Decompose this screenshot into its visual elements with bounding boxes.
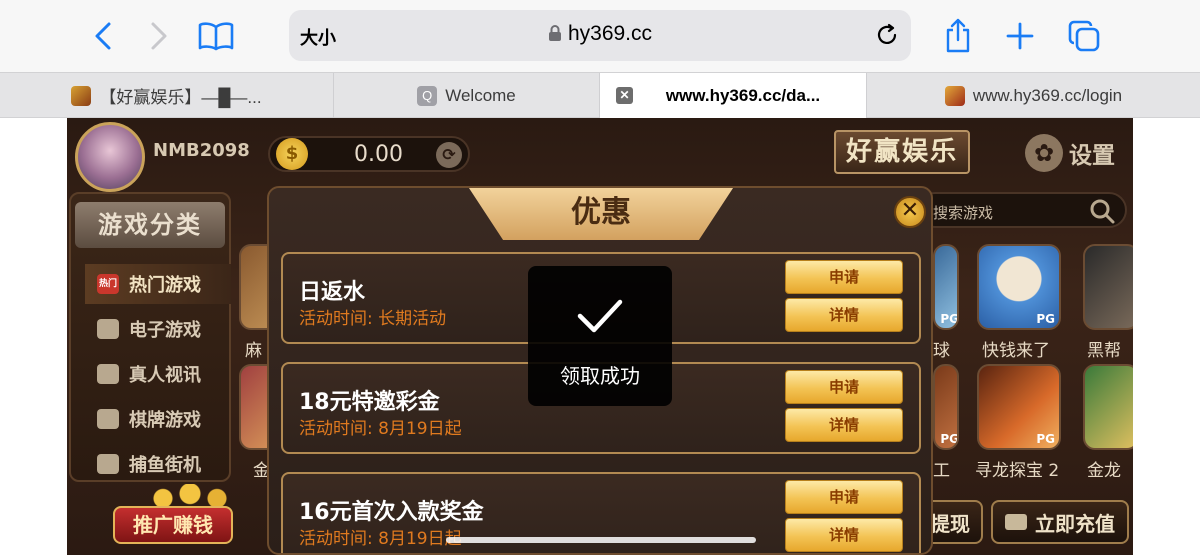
lock-icon xyxy=(548,24,562,48)
reload-icon[interactable] xyxy=(875,23,899,51)
gear-icon: ✿ xyxy=(1025,134,1063,172)
category-label: 棋牌游戏 xyxy=(129,410,201,431)
haoying-favicon-icon xyxy=(71,85,92,106)
dealer-icon xyxy=(97,364,119,384)
apply-button[interactable]: 申请 xyxy=(785,370,903,404)
category-label: 真人视讯 xyxy=(129,365,201,386)
game-thumbnail[interactable]: PG xyxy=(977,244,1061,330)
coin-icon: $ xyxy=(276,138,308,170)
category-title: 游戏分类 xyxy=(75,202,225,248)
url-display[interactable]: hy369.cc xyxy=(289,22,911,48)
new-tab-icon[interactable] xyxy=(1000,16,1040,56)
tab-label: www.hy369.cc/login xyxy=(972,85,1123,105)
balance-value: 0.00 xyxy=(354,142,403,167)
username: NMB2098 xyxy=(153,140,250,161)
cards-icon xyxy=(97,409,119,429)
category-live-video[interactable]: 真人视讯 xyxy=(97,354,227,394)
balance-box: $ 0.00 ⟳ xyxy=(268,136,470,172)
game-thumbnail[interactable]: PG xyxy=(933,364,959,450)
game-thumbnail[interactable]: PG xyxy=(933,244,959,330)
game-label: 麻 xyxy=(245,341,262,361)
offer-name: 16元首次入款奖金 xyxy=(299,500,484,525)
pg-badge: PG xyxy=(1036,312,1055,326)
fish-icon xyxy=(97,454,119,474)
success-toast: 领取成功 xyxy=(528,266,672,406)
wallet-icon xyxy=(1005,514,1027,530)
address-bar[interactable]: 大小 hy369.cc xyxy=(289,10,911,61)
q-favicon-icon: Q xyxy=(417,85,438,106)
checkmark-icon xyxy=(577,299,623,333)
category-label: 热门游戏 xyxy=(129,275,201,296)
game-label: 金龙 xyxy=(1087,461,1121,481)
details-button[interactable]: 详情 xyxy=(785,408,903,442)
category-sidebar: 游戏分类 热门 热门游戏 电子游戏 真人视讯 棋牌游戏 捕鱼街机 xyxy=(69,192,231,482)
haoying-favicon-icon xyxy=(944,85,965,106)
recharge-button[interactable]: 立即充值 xyxy=(991,500,1129,544)
category-label: 电子游戏 xyxy=(129,320,201,341)
game-label: 工 xyxy=(933,461,950,481)
offer-name: 18元特邀彩金 xyxy=(299,390,440,415)
pg-badge: PG xyxy=(1036,432,1055,446)
category-fishing-arcade[interactable]: 捕鱼街机 xyxy=(97,444,227,484)
gold-coins-icon xyxy=(145,484,235,508)
game-thumbnail[interactable] xyxy=(1083,244,1133,330)
tab-label: 【好赢娱乐】—█—... xyxy=(99,88,262,107)
brand-logo: 好赢娱乐 xyxy=(834,130,970,174)
back-icon[interactable] xyxy=(84,16,124,56)
url-text: hy369.cc xyxy=(567,22,653,45)
category-label: 捕鱼街机 xyxy=(129,455,201,476)
pg-badge: PG xyxy=(940,432,959,446)
forward-icon[interactable] xyxy=(138,16,178,56)
search-icon[interactable] xyxy=(1089,198,1115,228)
pg-badge: PG xyxy=(940,312,959,326)
tab-haoying[interactable]: 【好赢娱乐】—█—... xyxy=(0,73,334,118)
avatar[interactable] xyxy=(75,122,145,192)
details-button[interactable]: 详情 xyxy=(785,298,903,332)
category-card-games[interactable]: 棋牌游戏 xyxy=(97,399,227,439)
modal-title: 优惠 xyxy=(465,188,737,240)
tabs-icon[interactable] xyxy=(1064,16,1104,56)
game-thumbnail[interactable]: PG xyxy=(977,364,1061,450)
withdraw-label: 提现 xyxy=(930,511,970,536)
share-icon[interactable] xyxy=(938,16,978,56)
offer-time: 活动时间: 8月19日起 xyxy=(299,529,462,549)
browser-toolbar: 大小 hy369.cc xyxy=(0,0,1200,72)
category-electronic-games[interactable]: 电子游戏 xyxy=(97,309,227,349)
recharge-label: 立即充值 xyxy=(1035,511,1115,536)
search-placeholder: 搜索游戏 xyxy=(933,204,994,222)
close-tab-icon[interactable]: ✕ xyxy=(616,87,633,104)
tab-login[interactable]: www.hy369.cc/login xyxy=(867,73,1200,118)
promo-label: 推广赚钱 xyxy=(113,506,233,544)
tab-label: Welcome xyxy=(445,85,516,105)
game-label: 快钱来了 xyxy=(982,341,1050,361)
game-label: 黑帮 xyxy=(1087,341,1121,361)
game-search-input[interactable]: 搜索游戏 xyxy=(917,192,1127,228)
details-button[interactable]: 详情 xyxy=(785,518,903,552)
toast-message: 领取成功 xyxy=(560,364,640,388)
tab-welcome[interactable]: Q Welcome xyxy=(334,73,600,118)
apply-button[interactable]: 申请 xyxy=(785,260,903,294)
settings-button[interactable]: ✿ 设置 xyxy=(1025,134,1115,172)
offer-time: 活动时间: 长期活动 xyxy=(299,309,447,329)
hot-icon: 热门 xyxy=(97,274,119,294)
home-indicator[interactable] xyxy=(446,537,756,543)
tab-label: www.hy369.cc/da... xyxy=(665,85,821,105)
offer-name: 日返水 xyxy=(299,280,366,305)
settings-label: 设置 xyxy=(1069,143,1115,169)
game-label: 寻龙探宝 2 xyxy=(975,461,1060,481)
game-thumbnail[interactable] xyxy=(1083,364,1133,450)
game-label: 球 xyxy=(933,341,950,361)
offer-time: 活动时间: 8月19日起 xyxy=(299,419,462,439)
tab-bar: 【好赢娱乐】—█—... Q Welcome ✕ www.hy369.cc/da… xyxy=(0,72,1200,118)
apply-button[interactable]: 申请 xyxy=(785,480,903,514)
slot-machine-icon xyxy=(97,319,119,339)
bookmarks-icon[interactable] xyxy=(196,16,236,56)
close-icon[interactable]: ✕ xyxy=(894,196,926,228)
category-hot-games[interactable]: 热门 热门游戏 xyxy=(85,264,231,304)
refresh-balance-icon[interactable]: ⟳ xyxy=(436,142,462,168)
promo-earn-button[interactable]: 推广赚钱 xyxy=(91,484,251,546)
tab-active-dashboard[interactable]: ✕ www.hy369.cc/da... xyxy=(600,73,867,118)
